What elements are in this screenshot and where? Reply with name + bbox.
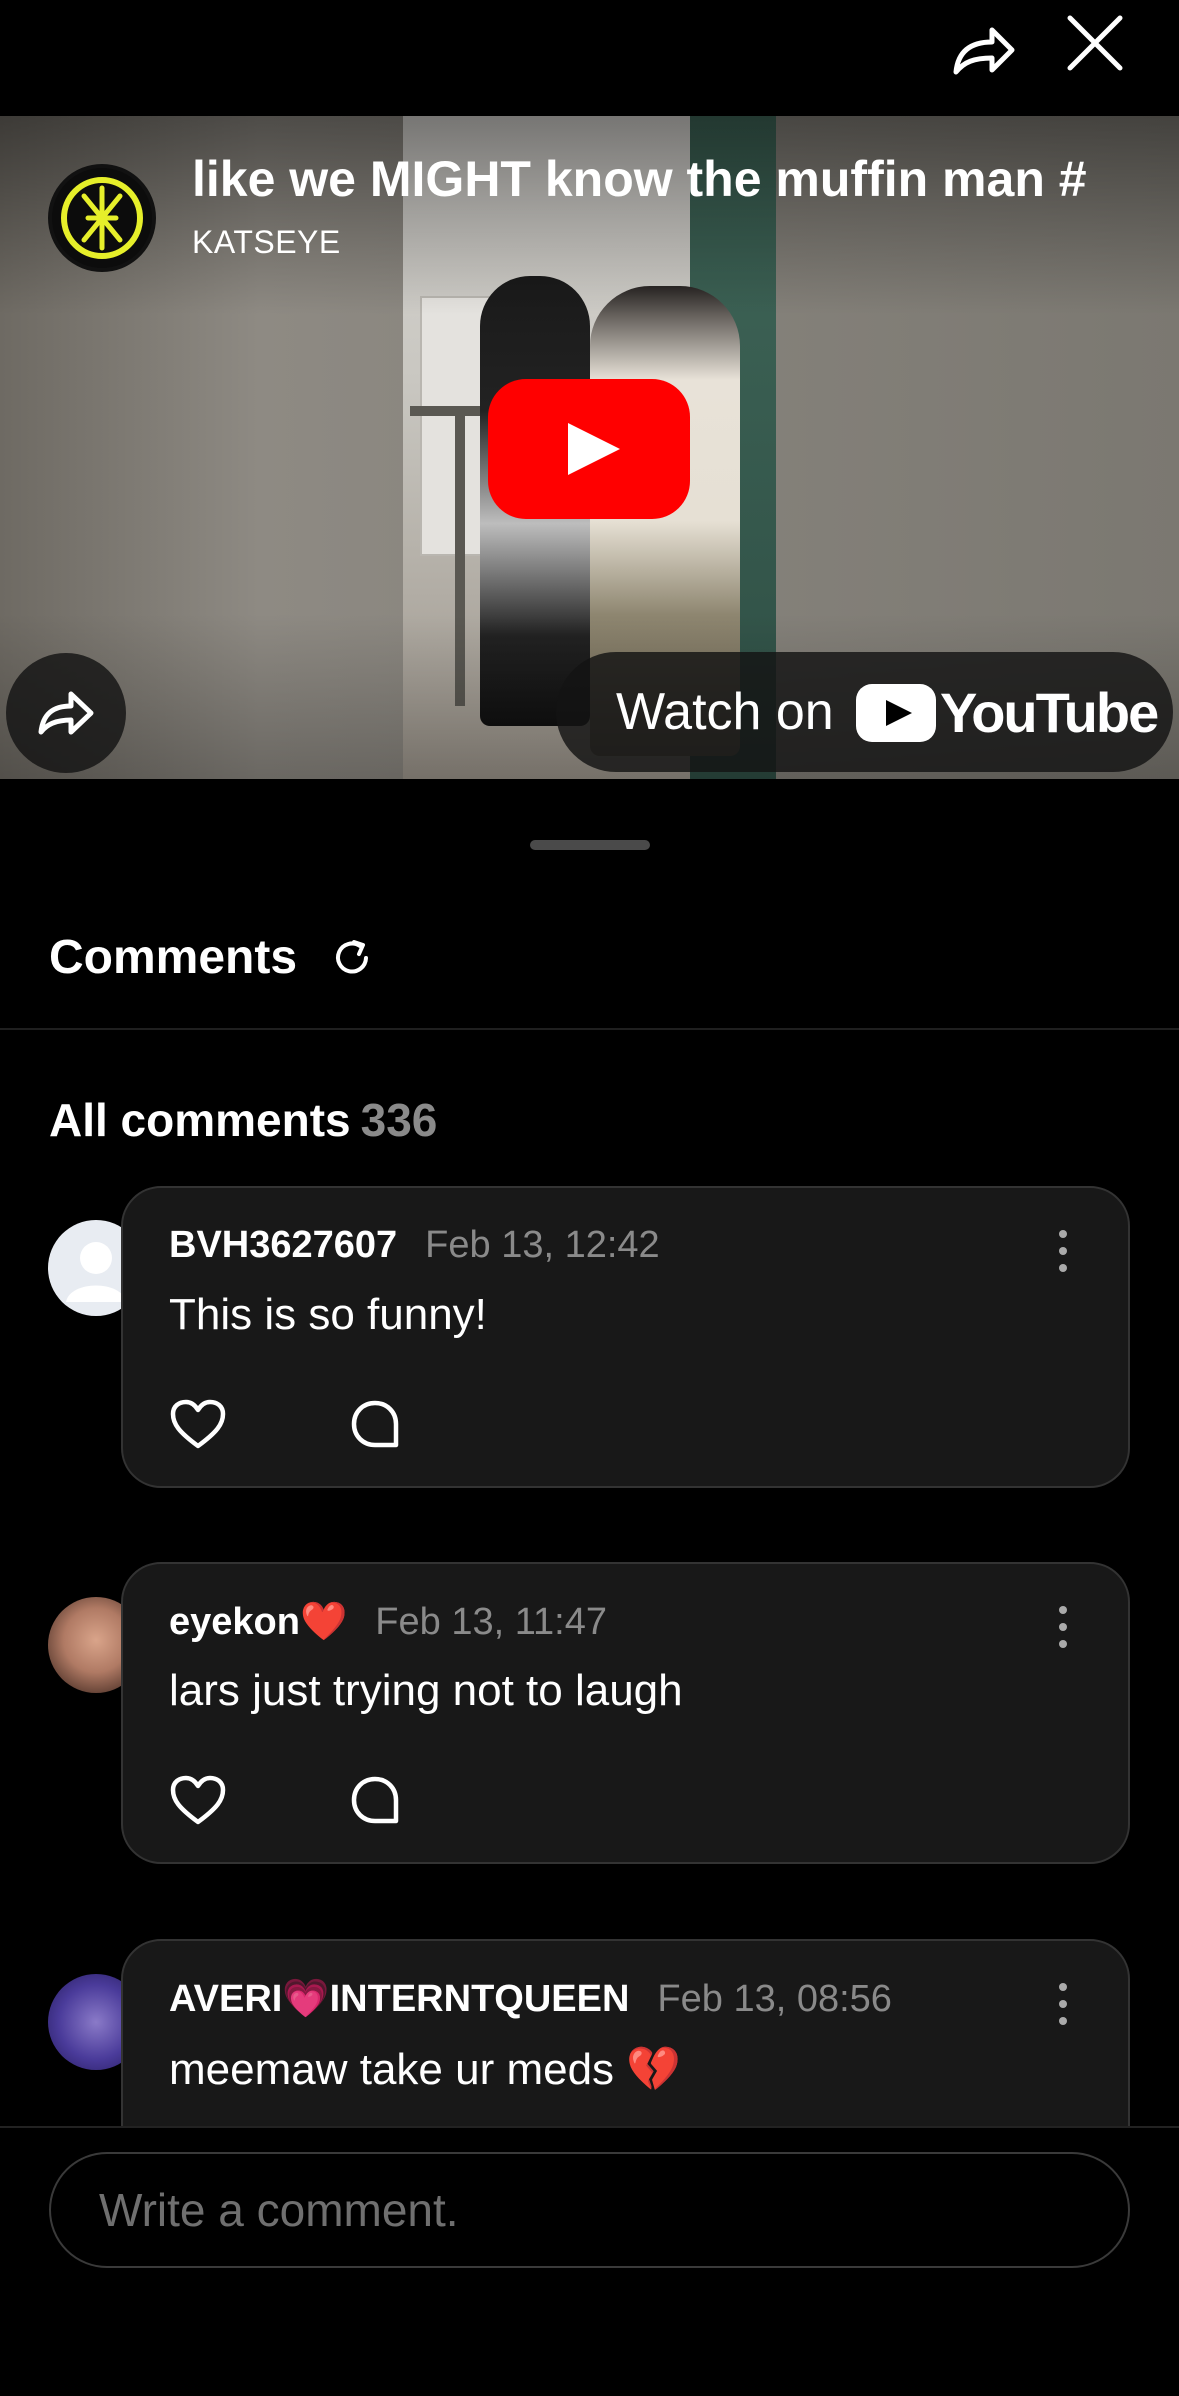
comment-time: Feb 13, 12:42 — [425, 1224, 660, 1266]
divider — [0, 1028, 1179, 1030]
video-title[interactable]: like we MIGHT know the muffin man # — [192, 150, 1142, 214]
video-share-button[interactable] — [6, 653, 126, 773]
top-bar — [0, 0, 1179, 116]
comment-header: BVH3627607 Feb 13, 12:42 — [169, 1224, 660, 1267]
play-icon[interactable] — [488, 379, 690, 519]
comment-composer — [0, 2126, 1179, 2396]
comment-author[interactable]: AVERI💗INTERNTQUEEN — [169, 1978, 629, 2020]
comment-count: 336 — [360, 1094, 438, 1146]
comment-card: eyekon❤️ Feb 13, 11:47 lars just trying n… — [121, 1562, 1130, 1864]
watch-on-youtube-button[interactable]: Watch on YouTube — [556, 652, 1173, 772]
more-icon[interactable] — [1053, 1979, 1073, 2029]
channel-name[interactable]: KATSEYE — [192, 224, 341, 261]
watch-on-label: Watch on — [616, 683, 834, 741]
all-comments-heading: All comments 336 — [49, 1093, 437, 1147]
close-icon[interactable] — [1060, 8, 1130, 78]
share-icon — [38, 691, 94, 735]
comment-text: meemaw take ur meds 💔 — [169, 2045, 682, 2094]
drag-handle[interactable] — [530, 840, 650, 850]
comment-text: lars just trying not to laugh — [169, 1666, 683, 1715]
comment-header: AVERI💗INTERNTQUEEN Feb 13, 08:56 — [169, 1977, 892, 2021]
more-icon[interactable] — [1053, 1226, 1073, 1276]
channel-avatar[interactable] — [48, 164, 156, 272]
heart-icon[interactable] — [169, 1398, 227, 1450]
more-icon[interactable] — [1053, 1602, 1073, 1652]
comment-author[interactable]: eyekon❤️ — [169, 1601, 347, 1643]
all-comments-label: All comments — [49, 1094, 351, 1146]
reply-icon[interactable] — [349, 1774, 401, 1826]
reply-icon[interactable] — [349, 1398, 401, 1450]
comment-input[interactable] — [49, 2152, 1130, 2268]
youtube-wordmark: YouTube — [940, 681, 1159, 744]
comment-time: Feb 13, 08:56 — [657, 1978, 892, 2020]
comment-time: Feb 13, 11:47 — [375, 1601, 607, 1643]
refresh-icon[interactable] — [330, 936, 374, 980]
comment-card: BVH3627607 Feb 13, 12:42 This is so funny… — [121, 1186, 1130, 1488]
comment-author[interactable]: BVH3627607 — [169, 1224, 397, 1266]
comments-heading: Comments — [49, 931, 298, 984]
heart-icon[interactable] — [169, 1774, 227, 1826]
comment-header: eyekon❤️ Feb 13, 11:47 — [169, 1600, 607, 1644]
share-icon[interactable] — [942, 12, 1022, 92]
comment-text: This is so funny! — [169, 1290, 487, 1339]
